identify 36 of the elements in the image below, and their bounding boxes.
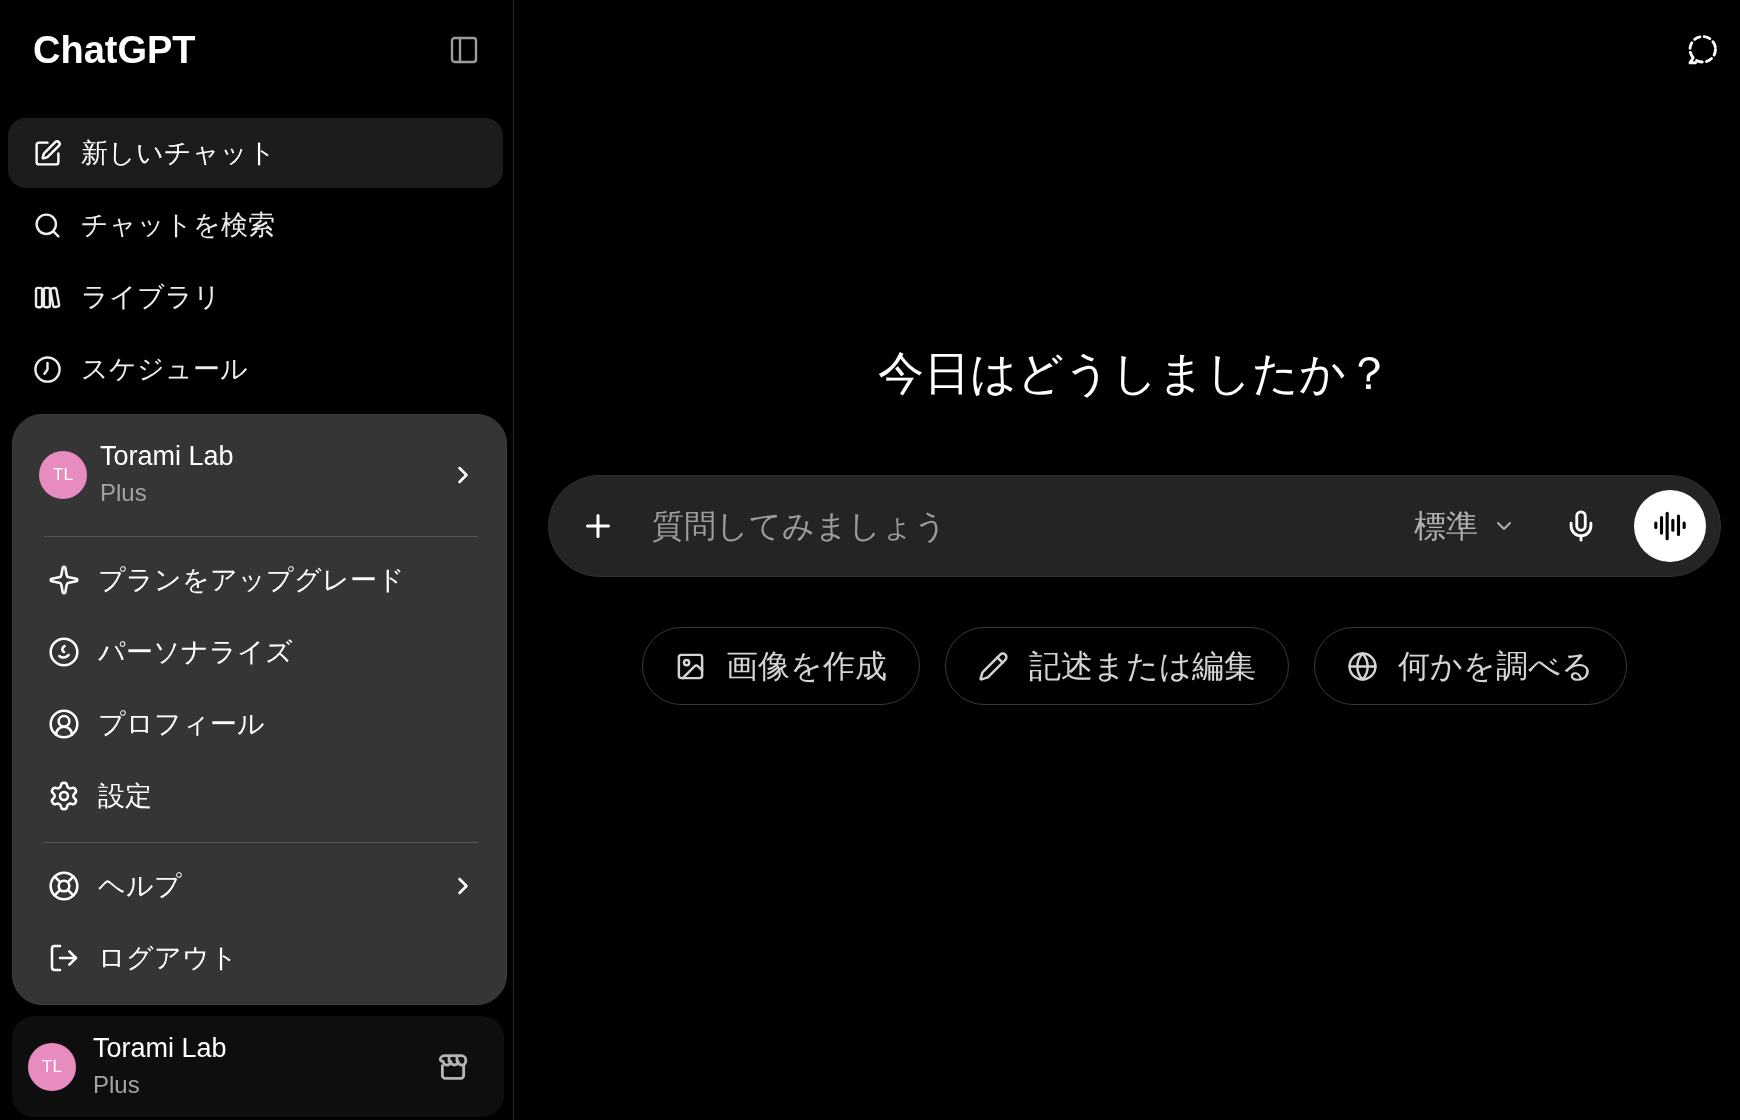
sidebar-nav-item[interactable]: チャットを検索: [8, 190, 503, 260]
account-plan: Plus: [93, 1069, 141, 1100]
sparkle-icon: [48, 564, 80, 596]
sidebar-nav-item[interactable]: 新しいチャット: [8, 118, 503, 188]
avatar: TL: [39, 451, 87, 499]
pencil-icon: [978, 650, 1009, 682]
account-name: Torami Lab: [100, 440, 235, 473]
logout-icon: [48, 942, 80, 974]
globe-icon: [1347, 650, 1378, 682]
sidebar-nav-item[interactable]: ライブラリ: [8, 262, 503, 332]
model-selector[interactable]: 標準: [1414, 502, 1516, 550]
account-name: Torami Lab: [93, 1031, 228, 1065]
settings-icon: [48, 780, 80, 812]
greeting-heading: 今日はどうしましたか？: [876, 346, 1393, 401]
smiley-circle-icon: [48, 636, 80, 668]
menu-item[interactable]: パーソナライズ: [13, 616, 506, 688]
menu-item[interactable]: プロフィール: [13, 688, 506, 760]
voice-button[interactable]: [1634, 490, 1706, 562]
menu-item[interactable]: ログアウト: [13, 922, 506, 994]
message-input[interactable]: 質問してみましょう: [652, 502, 1414, 550]
square-pen-icon: [33, 138, 62, 168]
clock-icon: [33, 354, 62, 384]
menu-item[interactable]: プランをアップグレード: [13, 544, 506, 616]
user-circle-icon: [48, 708, 80, 740]
search-icon: [33, 210, 62, 240]
menu-item[interactable]: ヘルプ: [13, 850, 506, 922]
app-title: ChatGPT: [33, 31, 196, 69]
account-plan: Plus: [100, 478, 148, 508]
menu-item[interactable]: 設定: [13, 760, 506, 832]
avatar: TL: [28, 1042, 76, 1091]
account-card[interactable]: TL Torami Lab Plus: [12, 1016, 504, 1117]
audio-lines-icon: [1653, 509, 1687, 543]
sidebar-nav-item[interactable]: スケジュール: [8, 334, 503, 404]
lifebuoy-icon: [48, 870, 80, 902]
panel-left-icon[interactable]: [448, 34, 480, 66]
message-composer[interactable]: 質問してみましょう 標準: [548, 475, 1721, 577]
